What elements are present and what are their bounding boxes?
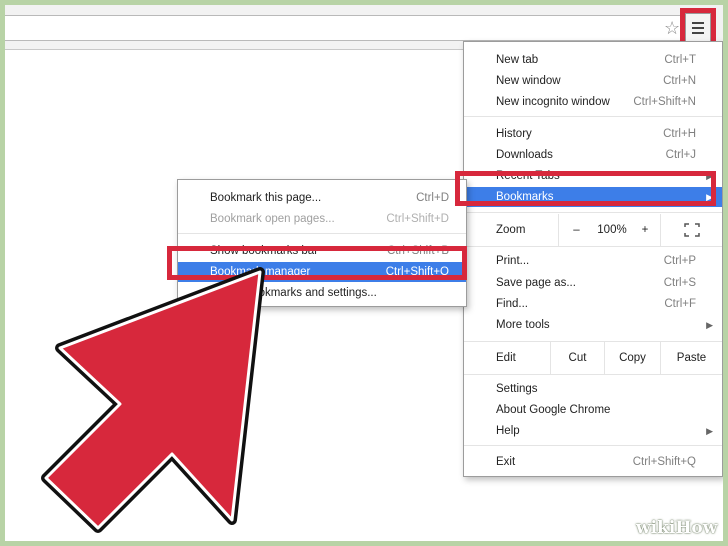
red-arrow-annotation xyxy=(41,267,265,533)
wikihow-watermark: wikiHow xyxy=(636,518,718,538)
